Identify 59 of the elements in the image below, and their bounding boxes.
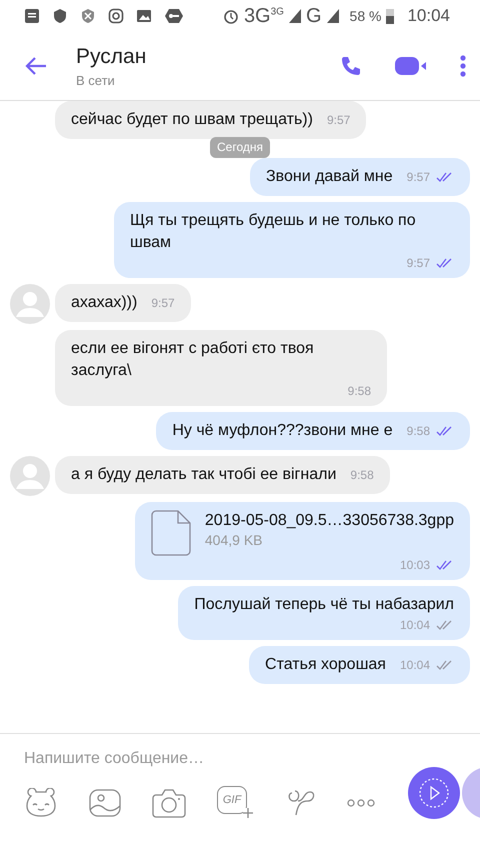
message-text: Щя ты трещять будешь и не только по швам <box>130 211 417 253</box>
message-time: 9:57 <box>326 113 350 127</box>
message-time: 9:58 <box>350 468 374 482</box>
more-icon[interactable] <box>460 55 466 77</box>
message-text: если ее вігонят с работі єто твоя заслуга\ <box>71 339 315 381</box>
file-icon <box>150 510 191 556</box>
contact-name: Руслан <box>76 44 148 68</box>
message-bubble[interactable]: ахахах))) 9:57 <box>55 284 191 322</box>
message-text: Звони давай мне <box>266 167 393 187</box>
message-time: 9:58 <box>406 424 430 438</box>
network-type: G <box>306 4 322 28</box>
file-name: 2019-05-08_09.5…33056738.3gpp <box>204 511 454 531</box>
notes-icon <box>24 8 40 24</box>
message-text: Ну чё муфлон???звони мне е <box>172 421 393 441</box>
message-time: 10:03 <box>400 558 430 572</box>
message-bubble[interactable]: Щя ты трещять будешь и не только по швам 9:57 <box>114 202 470 278</box>
contact-status: В сети <box>76 72 116 88</box>
phone-icon[interactable] <box>340 55 362 77</box>
image-icon <box>136 8 152 24</box>
doodle-icon[interactable] <box>286 789 316 817</box>
message-bubble[interactable]: Статья хорошая 10:04 <box>249 646 470 684</box>
message-bubble[interactable]: сейчас будет по швам трещать)) 9:57 <box>55 101 366 139</box>
more-icon[interactable] <box>347 799 375 807</box>
camera-icon <box>108 8 124 24</box>
message-time: 9:57 <box>406 170 430 184</box>
battery-percent: 58 % <box>350 8 382 24</box>
key-icon <box>164 8 184 24</box>
gallery-icon[interactable] <box>89 789 121 817</box>
video-message-button[interactable] <box>408 767 460 819</box>
video-icon[interactable] <box>394 55 428 77</box>
message-bubble[interactable]: а я буду делать так чтобі ее вігнали 9:58 <box>55 456 390 494</box>
message-time: 9:58 <box>348 384 371 398</box>
battery-icon <box>386 8 394 24</box>
message-bubble[interactable]: Звони давай мне 9:57 <box>250 158 470 196</box>
back-icon[interactable] <box>24 56 48 76</box>
message-time: 10:04 <box>400 618 430 632</box>
clock: 10:04 <box>407 6 450 26</box>
message-time: 9:57 <box>406 256 430 270</box>
shield-icon <box>52 8 68 24</box>
bear-face-icon[interactable] <box>24 788 58 818</box>
message-bubble[interactable]: если ее вігонят с работі єто твоя заслуга\ 9:58 <box>55 330 387 406</box>
message-text: Послушай теперь чё ты набазарил <box>194 595 454 615</box>
network-type: 3G$^{3G}$ <box>244 4 284 28</box>
signal-icon <box>288 9 301 23</box>
signal-icon <box>326 9 339 23</box>
file-size: 404,9 KB <box>204 532 264 548</box>
message-text: Статья хорошая <box>265 655 386 675</box>
message-text: сейчас будет по швам трещать)) <box>71 110 313 130</box>
message-time: 10:04 <box>400 658 430 672</box>
message-bubble[interactable]: Ну чё муфлон???звони мне е 9:58 <box>156 412 470 450</box>
message-bubble[interactable]: 2019-05-08_09.5…33056738.3gpp 404,9 KB 10:03 <box>134 502 470 580</box>
message-bubble[interactable]: Послушай теперь чё ты набазарил 10:04 <box>178 586 470 640</box>
alarm-icon <box>222 8 239 24</box>
message-time: 9:57 <box>151 296 175 310</box>
date-chip: Сегодня <box>210 137 270 158</box>
shield-icon <box>80 8 96 24</box>
message-text: а я буду делать так чтобі ее вігнали <box>71 465 336 485</box>
message-text: ахахах))) <box>71 293 138 313</box>
camera-icon[interactable] <box>152 788 186 818</box>
